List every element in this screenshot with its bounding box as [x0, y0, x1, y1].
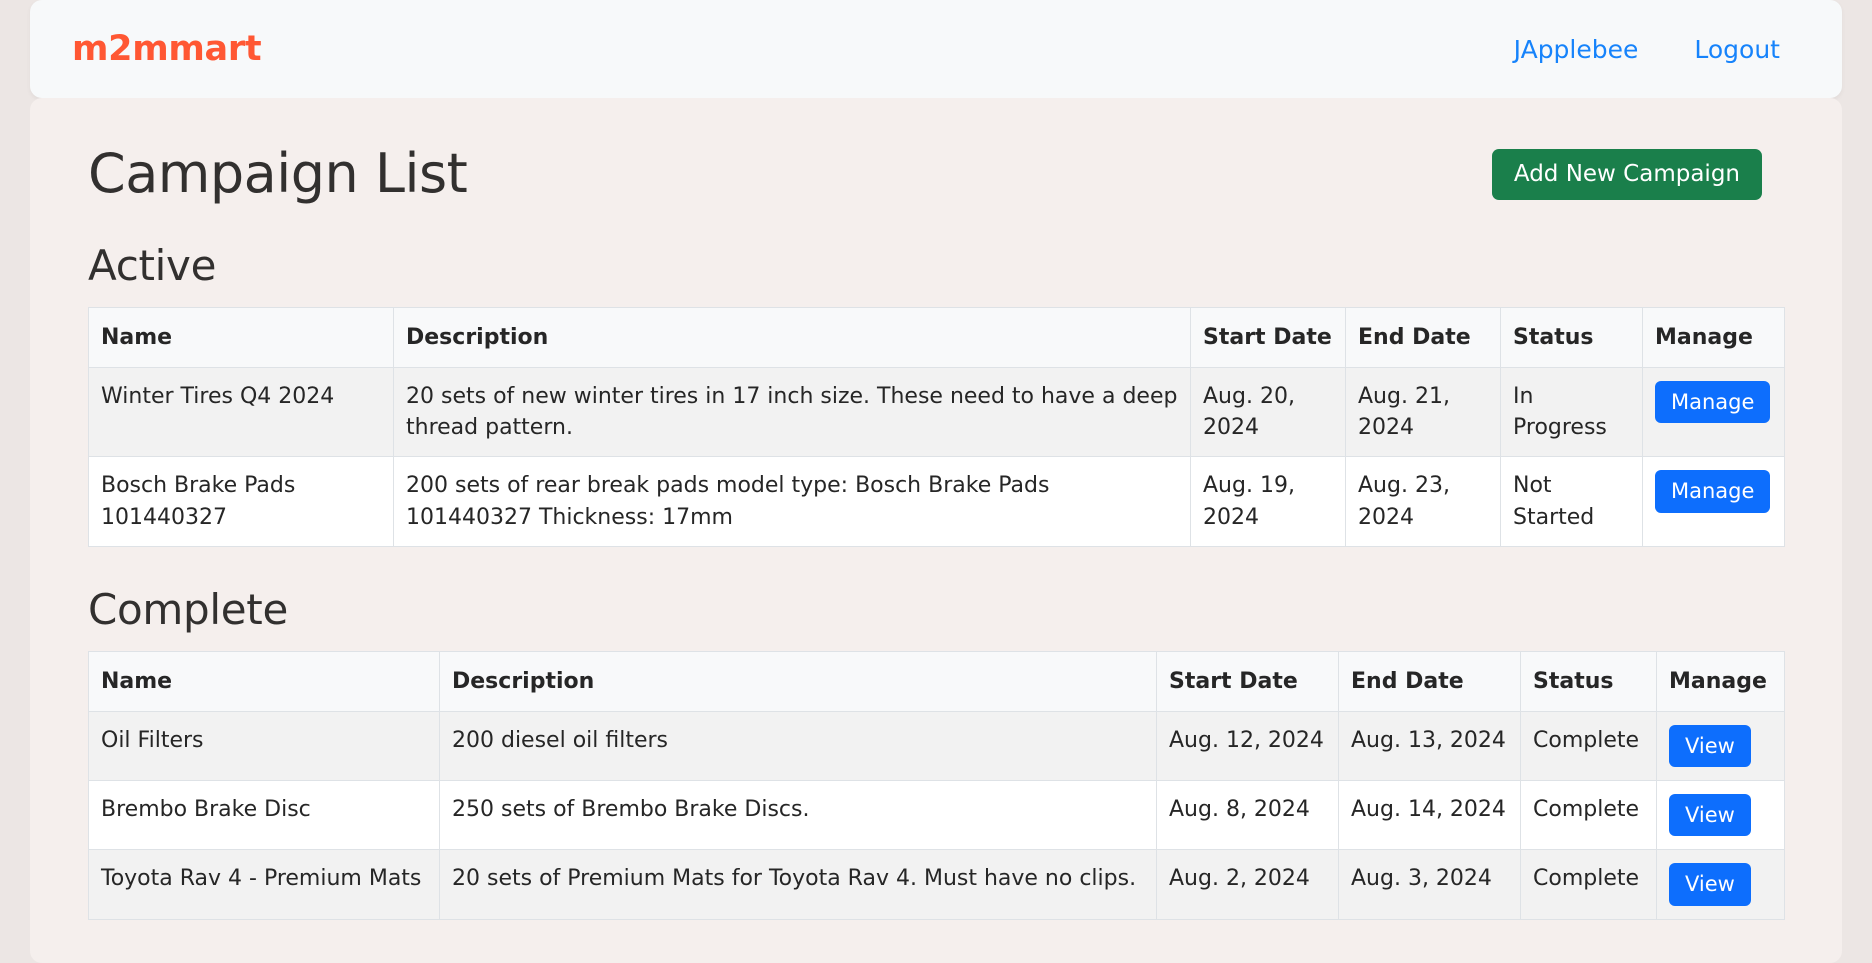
- column-header-status[interactable]: Status: [1521, 651, 1657, 711]
- cell-start-date: Aug. 2, 2024: [1157, 850, 1339, 919]
- cell-manage: View: [1657, 850, 1785, 919]
- cell-end-date: Aug. 14, 2024: [1339, 781, 1521, 850]
- cell-description: 200 diesel oil filters: [440, 712, 1157, 781]
- cell-name: Toyota Rav 4 - Premium Mats: [89, 850, 440, 919]
- column-header-start-date[interactable]: Start Date: [1191, 307, 1346, 367]
- cell-status: Complete: [1521, 712, 1657, 781]
- cell-end-date: Aug. 21, 2024: [1346, 367, 1501, 456]
- cell-manage: View: [1657, 712, 1785, 781]
- cell-description: 20 sets of new winter tires in 17 inch s…: [394, 367, 1191, 456]
- column-header-end-date[interactable]: End Date: [1339, 651, 1521, 711]
- cell-status: In Progress: [1501, 367, 1643, 456]
- cell-status: Complete: [1521, 781, 1657, 850]
- column-header-name[interactable]: Name: [89, 307, 394, 367]
- cell-manage: Manage: [1643, 457, 1785, 546]
- cell-description: 20 sets of Premium Mats for Toyota Rav 4…: [440, 850, 1157, 919]
- active-table-head: Name Description Start Date End Date Sta…: [89, 307, 1785, 367]
- column-header-manage[interactable]: Manage: [1657, 651, 1785, 711]
- cell-name: Winter Tires Q4 2024: [89, 367, 394, 456]
- brand-logo[interactable]: m2mmart: [72, 29, 261, 69]
- complete-table-body: Oil Filters 200 diesel oil filters Aug. …: [89, 712, 1785, 919]
- cell-description: 250 sets of Brembo Brake Discs.: [440, 781, 1157, 850]
- complete-campaigns-table: Name Description Start Date End Date Sta…: [88, 651, 1785, 920]
- top-navbar: m2mmart JApplebee Logout: [30, 0, 1842, 98]
- cell-start-date: Aug. 20, 2024: [1191, 367, 1346, 456]
- column-header-start-date[interactable]: Start Date: [1157, 651, 1339, 711]
- view-button[interactable]: View: [1669, 794, 1751, 836]
- cell-status: Complete: [1521, 850, 1657, 919]
- cell-end-date: Aug. 3, 2024: [1339, 850, 1521, 919]
- table-row: Toyota Rav 4 - Premium Mats 20 sets of P…: [89, 850, 1785, 919]
- cell-description: 200 sets of rear break pads model type: …: [394, 457, 1191, 546]
- active-campaigns-table: Name Description Start Date End Date Sta…: [88, 307, 1785, 547]
- manage-button[interactable]: Manage: [1655, 381, 1770, 423]
- cell-name: Oil Filters: [89, 712, 440, 781]
- view-button[interactable]: View: [1669, 725, 1751, 767]
- page-title: Campaign List: [88, 146, 467, 203]
- column-header-status[interactable]: Status: [1501, 307, 1643, 367]
- add-new-campaign-button[interactable]: Add New Campaign: [1492, 149, 1762, 200]
- manage-button[interactable]: Manage: [1655, 470, 1770, 512]
- cell-end-date: Aug. 13, 2024: [1339, 712, 1521, 781]
- table-row: Brembo Brake Disc 250 sets of Brembo Bra…: [89, 781, 1785, 850]
- table-header-row: Name Description Start Date End Date Sta…: [89, 651, 1785, 711]
- cell-manage: View: [1657, 781, 1785, 850]
- section-heading-active: Active: [88, 241, 1784, 290]
- cell-name: Bosch Brake Pads 101440327: [89, 457, 394, 546]
- table-header-row: Name Description Start Date End Date Sta…: [89, 307, 1785, 367]
- column-header-end-date[interactable]: End Date: [1346, 307, 1501, 367]
- view-button[interactable]: View: [1669, 863, 1751, 905]
- cell-name: Brembo Brake Disc: [89, 781, 440, 850]
- column-header-description[interactable]: Description: [394, 307, 1191, 367]
- table-row: Oil Filters 200 diesel oil filters Aug. …: [89, 712, 1785, 781]
- page-shell: m2mmart JApplebee Logout Campaign List A…: [30, 0, 1842, 963]
- column-header-manage[interactable]: Manage: [1643, 307, 1785, 367]
- table-row: Winter Tires Q4 2024 20 sets of new wint…: [89, 367, 1785, 456]
- main-content: Campaign List Add New Campaign Active Na…: [30, 98, 1842, 963]
- nav-link-logout[interactable]: Logout: [1694, 35, 1780, 64]
- column-header-description[interactable]: Description: [440, 651, 1157, 711]
- nav-links: JApplebee Logout: [1514, 35, 1780, 64]
- active-table-body: Winter Tires Q4 2024 20 sets of new wint…: [89, 367, 1785, 546]
- page-header-row: Campaign List Add New Campaign: [88, 146, 1784, 203]
- cell-manage: Manage: [1643, 367, 1785, 456]
- complete-table-head: Name Description Start Date End Date Sta…: [89, 651, 1785, 711]
- table-row: Bosch Brake Pads 101440327 200 sets of r…: [89, 457, 1785, 546]
- cell-start-date: Aug. 12, 2024: [1157, 712, 1339, 781]
- column-header-name[interactable]: Name: [89, 651, 440, 711]
- cell-start-date: Aug. 19, 2024: [1191, 457, 1346, 546]
- section-heading-complete: Complete: [88, 585, 1784, 634]
- cell-start-date: Aug. 8, 2024: [1157, 781, 1339, 850]
- cell-end-date: Aug. 23, 2024: [1346, 457, 1501, 546]
- nav-link-user[interactable]: JApplebee: [1514, 35, 1639, 64]
- cell-status: Not Started: [1501, 457, 1643, 546]
